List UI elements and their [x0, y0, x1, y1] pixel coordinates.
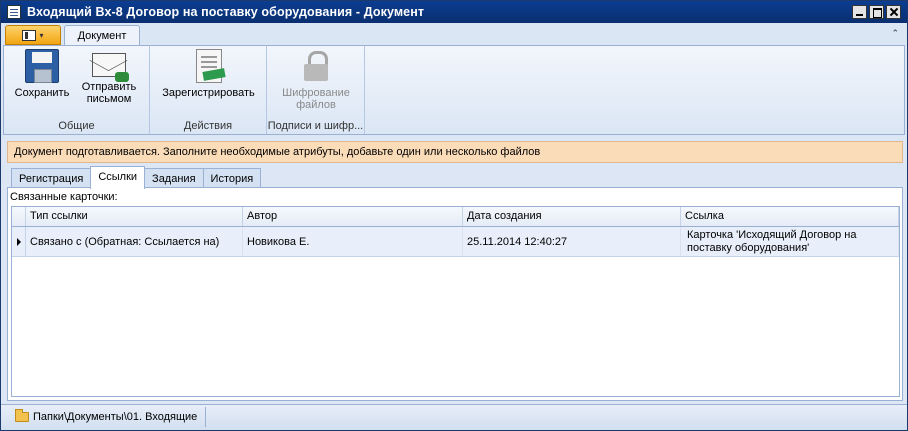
row-indicator-header — [12, 207, 26, 226]
app-menu-button[interactable]: ▾ — [5, 25, 61, 45]
group-label-general: Общие — [58, 120, 95, 132]
send-button-label-line2: письмом — [86, 93, 132, 105]
close-button[interactable] — [886, 5, 901, 19]
maximize-button[interactable] — [869, 5, 884, 19]
lock-icon — [299, 49, 333, 83]
group-label-actions: Действия — [183, 120, 233, 132]
encrypt-files-button[interactable]: Шифрование файлов — [275, 49, 357, 111]
table-row[interactable]: Связано с (Обратная: Ссылается на) Новик… — [12, 227, 899, 257]
cell-link[interactable]: Карточка 'Исходящий Договор на поставку … — [681, 227, 899, 256]
column-header-link-type[interactable]: Тип ссылки — [26, 207, 243, 226]
window-controls — [852, 5, 901, 19]
title-bar[interactable]: Входящий Вх-8 Договор на поставку оборуд… — [1, 1, 907, 23]
ribbon-tab-document[interactable]: Документ — [64, 25, 140, 46]
chevron-down-icon: ▾ — [39, 30, 44, 40]
grid-header: Тип ссылки Автор Дата создания Ссылка — [12, 207, 899, 227]
envelope-icon — [92, 53, 129, 82]
save-button-label: Сохранить — [14, 87, 70, 99]
send-by-mail-button[interactable]: Отправить письмом — [76, 49, 142, 105]
column-header-author[interactable]: Автор — [243, 207, 463, 226]
send-button-label-line1: Отправить — [81, 81, 137, 93]
document-tabs: Регистрация Ссылки Задания История — [11, 166, 262, 189]
tab-registration[interactable]: Регистрация — [11, 168, 92, 189]
cell-created[interactable]: 25.11.2014 12:40:27 — [463, 227, 681, 256]
column-header-created[interactable]: Дата создания — [463, 207, 681, 226]
ribbon-group-actions: Зарегистрировать Действия — [150, 46, 267, 134]
cell-link-line2: поставку оборудования' — [687, 242, 810, 254]
minimize-button[interactable] — [852, 5, 867, 19]
document-status-infobar: Документ подготавливается. Заполните нео… — [7, 141, 903, 163]
status-bar: Папки\Документы\01. Входящие — [1, 404, 907, 430]
row-indicator — [12, 227, 26, 256]
register-button-label: Зарегистрировать — [162, 87, 255, 99]
save-button[interactable]: Сохранить — [10, 49, 74, 99]
cell-link-type[interactable]: Связано с (Обратная: Ссылается на) — [26, 227, 243, 256]
floppy-disk-icon — [25, 49, 59, 83]
folder-path: Папки\Документы\01. Входящие — [33, 411, 198, 423]
tab-links[interactable]: Ссылки — [90, 166, 146, 189]
tab-tasks[interactable]: Задания — [144, 168, 204, 189]
folder-path-panel[interactable]: Папки\Документы\01. Входящие — [7, 407, 207, 427]
related-cards-grid[interactable]: Тип ссылки Автор Дата создания Ссылка Св… — [11, 206, 900, 397]
encrypt-button-label-line1: Шифрование — [282, 87, 350, 99]
encrypt-button-label-line2: файлов — [296, 99, 336, 111]
related-cards-label: Связанные карточки: — [10, 191, 118, 203]
ribbon-group-general: Сохранить Отправить письмом Общие — [4, 46, 150, 134]
document-icon — [7, 5, 21, 19]
document-window: Входящий Вх-8 Договор на поставку оборуд… — [0, 0, 908, 431]
column-header-link[interactable]: Ссылка — [681, 207, 899, 226]
ribbon-group-signatures: Шифрование файлов Подписи и шифр... — [267, 46, 365, 134]
app-menu-icon — [22, 29, 37, 41]
cell-link-line1: Карточка 'Исходящий Договор на — [687, 229, 857, 241]
current-row-arrow-icon — [16, 237, 21, 246]
folder-icon — [15, 409, 29, 422]
ribbon-panel: Сохранить Отправить письмом Общие Зареги… — [3, 45, 905, 135]
register-document-icon — [195, 49, 222, 83]
group-label-signatures: Подписи и шифр... — [267, 120, 364, 132]
cell-author[interactable]: Новикова Е. — [243, 227, 463, 256]
register-button[interactable]: Зарегистрировать — [154, 49, 263, 99]
ribbon-tab-strip: ▾ Документ ⌃ — [1, 23, 907, 46]
window-title: Входящий Вх-8 Договор на поставку оборуд… — [27, 5, 425, 19]
collapse-ribbon-icon[interactable]: ⌃ — [891, 28, 899, 39]
links-tab-content: Связанные карточки: Тип ссылки Автор Дат… — [7, 187, 903, 401]
tab-history[interactable]: История — [202, 168, 262, 189]
